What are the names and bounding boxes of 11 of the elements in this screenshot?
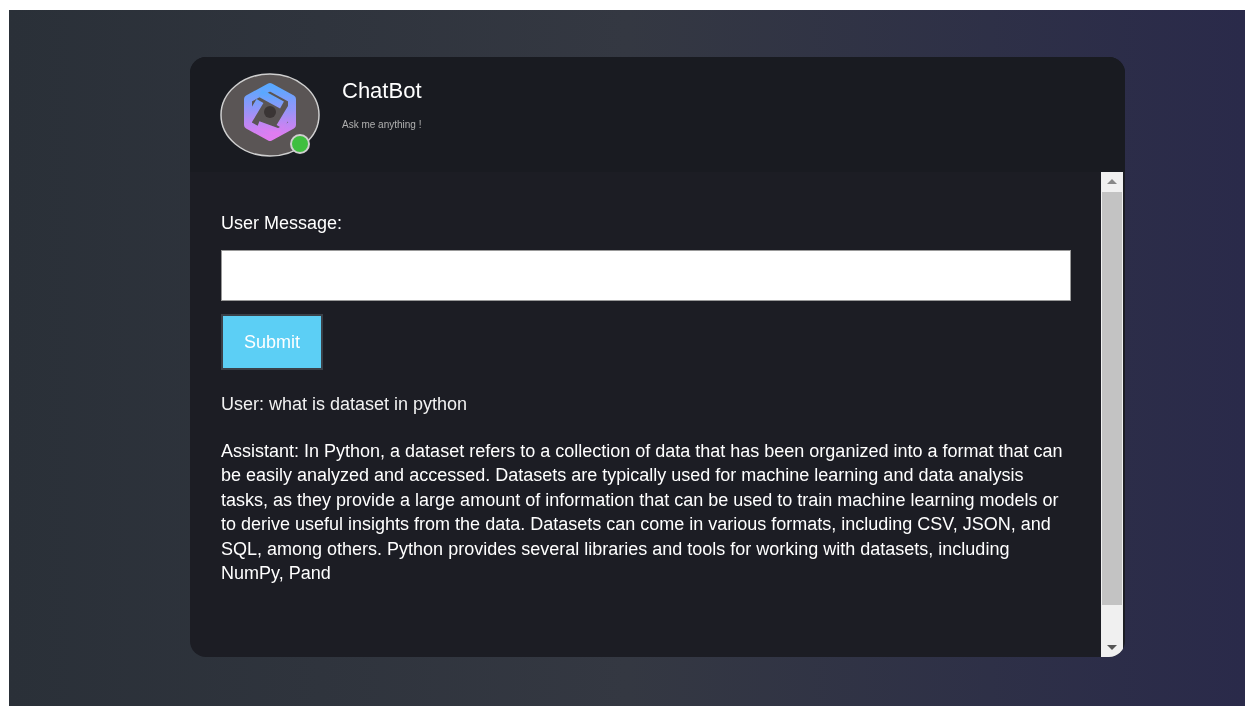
scroll-up-icon[interactable] bbox=[1107, 179, 1117, 184]
assistant-message: Assistant: In Python, a dataset refers to a collection of data that has been organized into a format that can be easily analyzed and accessed. Datasets are typically used for machine learning and data analysis tasks, as they provide a large amount of information that can be used to train machine learning models or to derive useful insights from the data. Datasets can come in various formats, including CSV, JSON, and SQL, among others. Python provides several libraries and tools for working with datasets, including NumPy, Pand bbox=[221, 439, 1064, 585]
scroll-down-icon[interactable] bbox=[1107, 645, 1117, 650]
message-input[interactable] bbox=[221, 250, 1071, 301]
submit-button[interactable]: Submit bbox=[221, 314, 323, 370]
user-message: User: what is dataset in python bbox=[221, 393, 469, 416]
field-label: User Message: bbox=[221, 212, 343, 234]
chat-title: ChatBot bbox=[342, 77, 422, 105]
scrollbar[interactable] bbox=[1101, 172, 1123, 657]
scrollbar-thumb[interactable] bbox=[1102, 192, 1122, 605]
chat-subtitle: Ask me anything ! bbox=[342, 118, 422, 132]
